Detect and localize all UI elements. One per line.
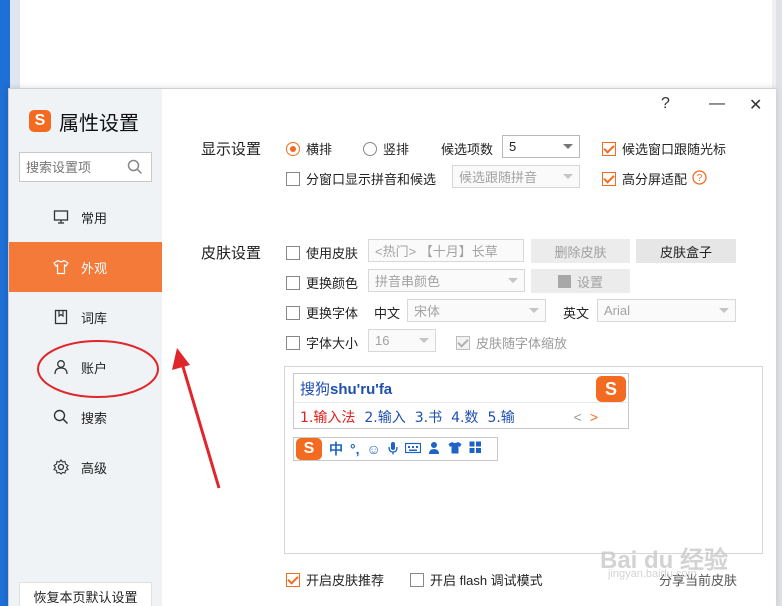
- highlight-circle: [37, 340, 159, 398]
- annotation-arrow-head: [172, 348, 190, 370]
- watermark-url: jingyan.baidu.com: [608, 568, 697, 580]
- annotation-arrow-line: [179, 359, 221, 489]
- annotation-overlay: [37, 340, 221, 489]
